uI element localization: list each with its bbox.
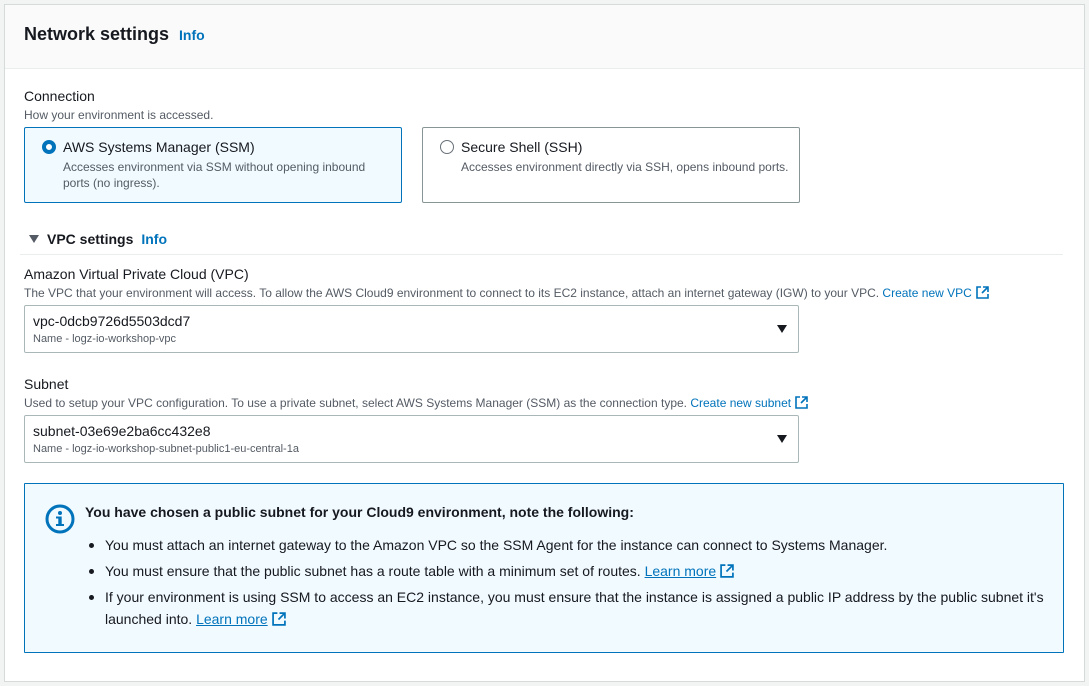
ssh-radio[interactable]	[440, 140, 454, 154]
create-vpc-link[interactable]: Create new VPC	[882, 286, 971, 300]
subnet-select-subtext: Name - logz-io-workshop-subnet-public1-e…	[33, 443, 299, 455]
alert-title-suffix: subnet for your Cloud9 environment, note…	[255, 504, 634, 520]
ssm-option-description: Accesses environment via SSM without ope…	[63, 160, 366, 190]
alert-item-igw-text: You must attach an internet gateway to t…	[105, 537, 888, 553]
learn-more-link[interactable]: Learn more	[196, 611, 268, 627]
vpc-description: The VPC that your environment will acces…	[24, 286, 989, 300]
caret-down-icon	[29, 235, 39, 243]
create-subnet-link[interactable]: Create new subnet	[690, 396, 791, 410]
vpc-settings-toggle[interactable]: VPC settings Info	[28, 231, 167, 247]
dropdown-caret-icon	[777, 325, 787, 333]
vpc-settings-info-link[interactable]: Info	[141, 231, 167, 247]
subnet-select-value: subnet-03e69e2ba6cc432e8	[33, 423, 211, 439]
panel-title: Network settings	[24, 24, 170, 44]
ssm-option-tile[interactable]: AWS Systems Manager (SSM) Accesses envir…	[24, 127, 402, 203]
public-subnet-alert: You have chosen a public subnet for your…	[24, 483, 1064, 653]
ssh-option-title: Secure Shell (SSH)	[461, 139, 583, 155]
subnet-description-text: Used to setup your VPC configuration. To…	[24, 396, 687, 410]
subnet-select[interactable]: subnet-03e69e2ba6cc432e8 Name - logz-io-…	[24, 415, 799, 463]
connection-description: How your environment is accessed.	[24, 108, 214, 122]
external-link-icon	[975, 286, 989, 299]
ssh-option-description: Accesses environment directly via SSH, o…	[461, 160, 789, 174]
alert-list: You must attach an internet gateway to t…	[89, 534, 1045, 634]
vpc-select[interactable]: vpc-0dcb9726d5503dcd7 Name - logz-io-wor…	[24, 305, 799, 353]
vpc-settings-divider	[20, 254, 1063, 255]
vpc-settings-title: VPC settings	[47, 231, 134, 247]
connection-label: Connection	[24, 88, 95, 104]
info-link[interactable]: Info	[179, 27, 205, 43]
alert-title-bold: public	[214, 504, 256, 520]
info-circle-icon	[45, 504, 75, 534]
alert-item-route-table-text: You must ensure that the public subnet h…	[105, 563, 641, 579]
external-link-icon	[795, 396, 808, 409]
vpc-select-subtext: Name - logz-io-workshop-vpc	[33, 333, 177, 345]
ssh-option-tile[interactable]: Secure Shell (SSH) Accesses environment …	[422, 127, 800, 203]
panel-header: Network settings Info	[5, 5, 1084, 69]
alert-item-public-ip: If your environment is using SSM to acce…	[89, 586, 1045, 630]
vpc-select-value: vpc-0dcb9726d5503dcd7	[33, 313, 191, 329]
vpc-label: Amazon Virtual Private Cloud (VPC)	[24, 266, 249, 282]
subnet-description: Used to setup your VPC configuration. To…	[24, 396, 808, 410]
ssm-radio[interactable]	[42, 140, 56, 154]
alert-item-route-table: You must ensure that the public subnet h…	[89, 560, 1045, 582]
external-link-icon	[271, 612, 286, 626]
learn-more-link[interactable]: Learn more	[645, 563, 717, 579]
alert-title-prefix: You have chosen a	[85, 504, 215, 520]
dropdown-caret-icon	[777, 435, 787, 443]
subnet-label: Subnet	[24, 376, 69, 392]
vpc-description-text: The VPC that your environment will acces…	[24, 286, 880, 300]
alert-title: You have chosen a public subnet for your…	[85, 504, 634, 520]
alert-item-igw: You must attach an internet gateway to t…	[89, 534, 1045, 556]
ssm-option-title: AWS Systems Manager (SSM)	[63, 139, 255, 155]
external-link-icon	[720, 564, 734, 578]
